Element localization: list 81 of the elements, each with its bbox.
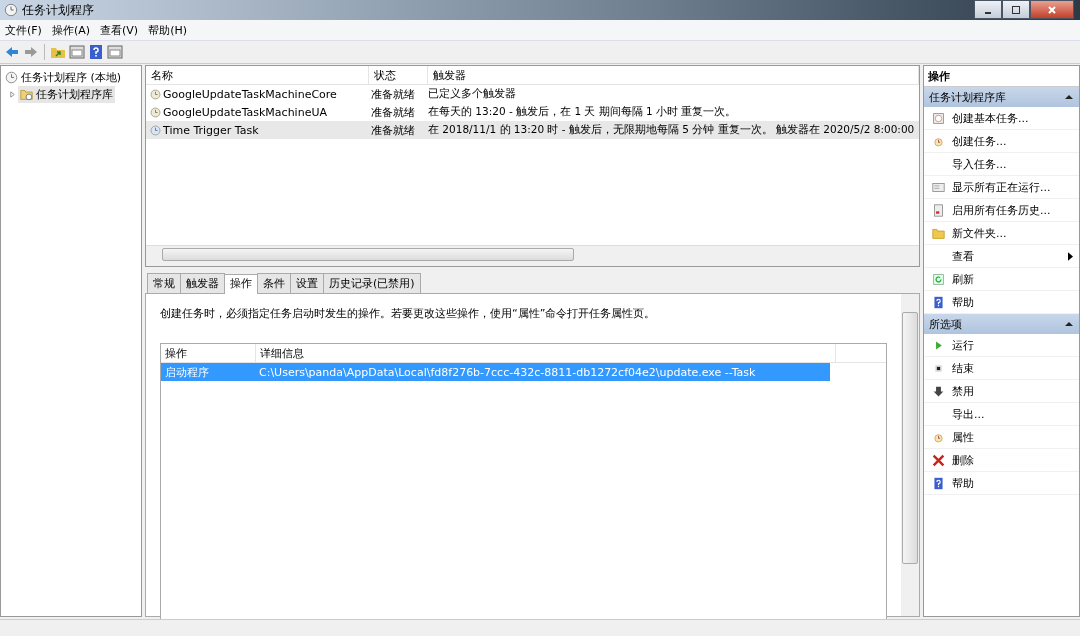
action-item[interactable]: 创建基本任务...	[924, 107, 1079, 130]
forward-arrow-icon[interactable]	[23, 44, 39, 60]
action-item[interactable]: 新文件夹...	[924, 222, 1079, 245]
clock-document-icon	[931, 111, 945, 125]
task-name: GoogleUpdateTaskMachineUA	[163, 105, 327, 119]
task-row[interactable]: GoogleUpdateTaskMachineUA 准备就绪 在每天的 13:20 - 触发后，在 1 天 期间每隔 1 小时 重复一次。	[146, 103, 919, 121]
clock-icon	[150, 106, 161, 118]
vertical-scrollbar[interactable]	[901, 294, 919, 616]
tab[interactable]: 触发器	[180, 273, 225, 293]
clock-icon	[5, 71, 18, 84]
minimize-button[interactable]	[974, 0, 1002, 19]
close-button[interactable]	[1030, 0, 1074, 19]
task-name: Time Trigger Task	[163, 123, 259, 137]
action-item[interactable]: 运行	[924, 334, 1079, 357]
collapsed-triangle-icon[interactable]	[9, 91, 16, 98]
section-header[interactable]: 任务计划程序库	[924, 87, 1079, 107]
column-header[interactable]: 触发器	[428, 66, 919, 84]
menu-item[interactable]: 操作(A)	[46, 22, 96, 38]
tab[interactable]: 历史记录(已禁用)	[323, 273, 421, 293]
task-row[interactable]: Time Trigger Task 准备就绪 在 2018/11/1 的 13:20 时 - 触发后，无限期地每隔 5 分钟 重复一次。 触发器在 2020/5/2 8:00:00	[146, 121, 919, 139]
help-icon	[931, 295, 945, 309]
action-item[interactable]: 刷新	[924, 268, 1079, 291]
column-header[interactable]: 名称	[146, 66, 369, 84]
menu-item[interactable]: 文件(F)	[0, 22, 47, 38]
description-text: 创建任务时，必须指定任务启动时发生的操作。若要更改这些操作，使用“属性”命令打开任务属性页。	[160, 306, 657, 321]
submenu-arrow-icon	[1068, 251, 1073, 261]
clock-icon	[4, 3, 18, 17]
action-item[interactable]: 禁用	[924, 380, 1079, 403]
minimize-icon	[985, 11, 991, 14]
menu-item[interactable]: 帮助(H)	[143, 22, 192, 38]
action-item[interactable]: 导出...	[924, 403, 1079, 426]
task-status: 准备就绪	[370, 104, 416, 120]
action-item[interactable]: 结束	[924, 357, 1079, 380]
section-header[interactable]: 所选项	[924, 314, 1079, 334]
action-item[interactable]: 删除	[924, 449, 1079, 472]
tree-item[interactable]: 任务计划程序库	[18, 86, 115, 103]
action-type: 启动程序	[164, 364, 210, 380]
task-row[interactable]: GoogleUpdateTaskMachineCore 准备就绪 已定义多个触发器	[146, 85, 919, 103]
task-trigger: 在每天的 13:20 - 触发后，在 1 天 期间每隔 1 小时 重复一次。	[427, 105, 738, 119]
tab[interactable]: 操作	[224, 274, 258, 294]
action-item[interactable]: 创建任务...	[924, 130, 1079, 153]
clock-icon	[150, 88, 161, 100]
maximize-icon	[1011, 4, 1021, 15]
maximize-button[interactable]	[1002, 0, 1030, 19]
menu-item[interactable]: 查看(V)	[95, 22, 144, 38]
delete-icon	[931, 453, 945, 467]
close-icon	[1047, 4, 1057, 15]
help-icon[interactable]	[88, 44, 104, 60]
action-item[interactable]: 显示所有正在运行...	[924, 176, 1079, 199]
caret-icon	[1065, 321, 1073, 327]
task-trigger: 已定义多个触发器	[427, 87, 517, 101]
document-icon	[931, 203, 945, 217]
refresh-icon	[931, 272, 945, 286]
folder-clock-icon	[20, 88, 33, 101]
action-details: C:\Users\panda\AppData\Local\fd8f276b-7ccc-432c-8811-db1272cf04e2\update.exe --Task	[258, 365, 757, 379]
tab[interactable]: 条件	[257, 273, 291, 293]
back-arrow-icon[interactable]	[4, 44, 20, 60]
caret-icon	[1065, 94, 1073, 100]
action-item[interactable]: 帮助	[924, 472, 1079, 495]
folder-icon	[931, 226, 945, 240]
panel-icon[interactable]	[107, 44, 123, 60]
help-icon	[931, 476, 945, 490]
task-status: 准备就绪	[370, 122, 416, 138]
column-header[interactable]: 操作	[161, 344, 256, 362]
task-trigger: 在 2018/11/1 的 13:20 时 - 触发后，无限期地每隔 5 分钟 重复一次。 触发器在 2020/5/2 8:00:00	[427, 123, 916, 137]
task-name: GoogleUpdateTaskMachineCore	[163, 87, 337, 101]
task-status: 准备就绪	[370, 86, 416, 102]
window-title: 任务计划程序	[22, 1, 94, 19]
clock-icon	[150, 124, 161, 136]
action-item[interactable]: 查看	[924, 245, 1079, 268]
action-item[interactable]: 启用所有任务历史...	[924, 199, 1079, 222]
list-window-icon	[931, 180, 945, 194]
panel-icon[interactable]	[69, 44, 85, 60]
tab[interactable]: 常规	[147, 273, 181, 293]
tab[interactable]: 设置	[290, 273, 324, 293]
column-header[interactable]: 详细信息	[256, 344, 836, 362]
column-header[interactable]: 状态	[369, 66, 428, 84]
action-item[interactable]: 属性	[924, 426, 1079, 449]
action-item[interactable]: 导入任务...	[924, 153, 1079, 176]
horizontal-scrollbar[interactable]	[146, 245, 919, 266]
tree-item[interactable]: 任务计划程序 (本地)	[3, 69, 139, 86]
